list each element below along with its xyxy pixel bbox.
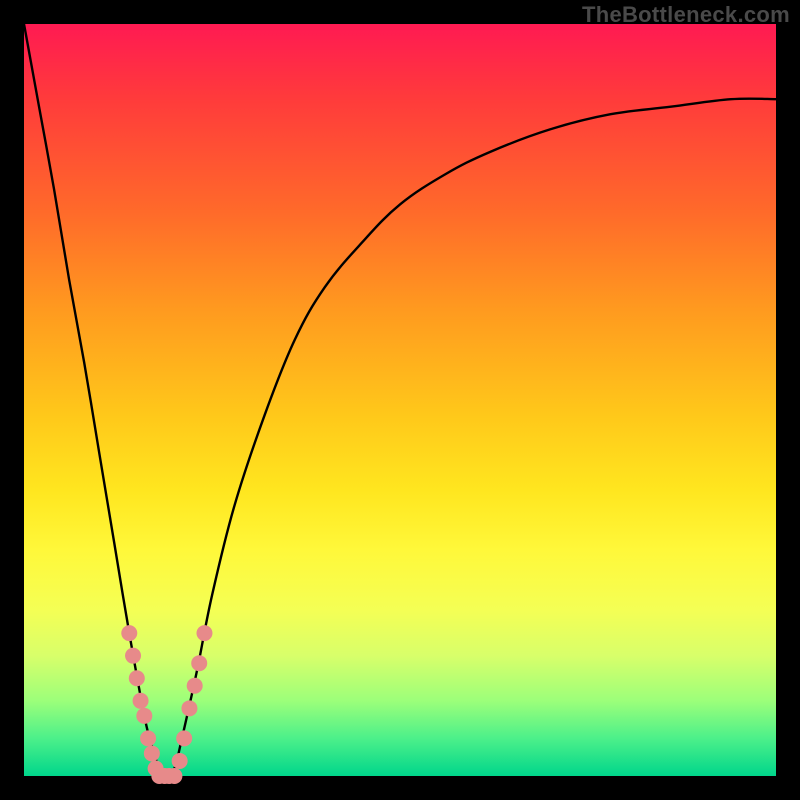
chart-frame: TheBottleneck.com [0,0,800,800]
curve-marker [191,655,207,671]
curve-marker [172,753,188,769]
curve-marker [196,625,212,641]
curve-markers [121,625,212,784]
curve-marker [181,700,197,716]
curve-marker [140,730,156,746]
curve-marker [136,708,152,724]
bottleneck-curve-svg [24,24,776,776]
chart-plot-area [24,24,776,776]
curve-marker [166,768,182,784]
curve-marker [176,730,192,746]
curve-marker [133,693,149,709]
curve-marker [144,745,160,761]
curve-marker [125,648,141,664]
curve-marker [129,670,145,686]
bottleneck-curve-path [24,24,776,776]
curve-marker [187,678,203,694]
curve-marker [121,625,137,641]
